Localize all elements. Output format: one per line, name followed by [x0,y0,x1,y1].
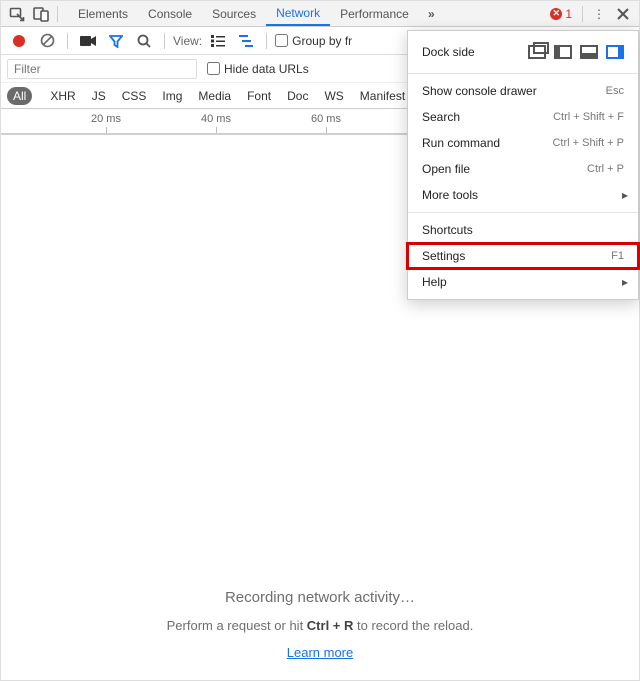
empty-subtitle: Perform a request or hit Ctrl + R to rec… [167,618,474,633]
view-waterfall-icon[interactable] [234,29,258,53]
menu-settings[interactable]: SettingsF1 [408,243,638,269]
type-all[interactable]: All [7,87,32,105]
separator [57,6,58,22]
chevron-right-icon: ▸ [622,275,628,289]
tab-network[interactable]: Network [266,1,330,26]
separator [164,33,165,49]
type-font[interactable]: Font [241,87,277,105]
type-media[interactable]: Media [192,87,237,105]
learn-more-link[interactable]: Learn more [287,645,353,660]
timeline-tick: 20 ms [91,113,121,125]
error-icon: ✕ [550,8,562,20]
filter-input[interactable] [7,59,197,79]
menu-open-file[interactable]: Open fileCtrl + P [408,156,638,182]
camera-icon[interactable] [76,29,100,53]
type-doc[interactable]: Doc [281,87,314,105]
empty-title: Recording network activity… [225,589,415,606]
type-img[interactable]: Img [156,87,188,105]
type-ws[interactable]: WS [318,87,349,105]
device-toggle-icon[interactable] [29,2,53,26]
group-by-frame-checkbox[interactable]: Group by fr [275,34,352,48]
more-tabs-icon[interactable]: » [419,2,443,26]
inspect-icon[interactable] [5,2,29,26]
separator [266,33,267,49]
kebab-menu-icon[interactable]: ⋮ [587,2,611,26]
filter-toggle-icon[interactable] [104,29,128,53]
dock-left-icon[interactable] [554,45,572,59]
separator [67,33,68,49]
dock-bottom-icon[interactable] [580,45,598,59]
dock-right-icon[interactable] [606,45,624,59]
main-menu: Dock side Show console drawerEsc SearchC… [407,30,639,300]
view-list-icon[interactable] [206,29,230,53]
chevron-right-icon: ▸ [622,188,628,202]
panel-tabs: Elements Console Sources Network Perform… [68,1,419,26]
hide-data-urls-checkbox[interactable]: Hide data URLs [207,62,309,76]
tab-performance[interactable]: Performance [330,1,419,26]
type-xhr[interactable]: XHR [44,87,81,105]
menu-show-console-drawer[interactable]: Show console drawerEsc [408,78,638,104]
tab-elements[interactable]: Elements [68,1,138,26]
type-css[interactable]: CSS [116,87,153,105]
error-count: 1 [565,7,572,21]
empty-state: Recording network activity… Perform a re… [1,421,639,660]
separator [582,6,583,22]
dock-side-label: Dock side [422,45,528,59]
menu-run-command[interactable]: Run commandCtrl + Shift + P [408,130,638,156]
dock-undock-icon[interactable] [528,45,546,59]
search-icon[interactable] [132,29,156,53]
tab-sources[interactable]: Sources [202,1,266,26]
menu-help[interactable]: Help▸ [408,269,638,295]
clear-button[interactable] [35,29,59,53]
menu-search[interactable]: SearchCtrl + Shift + F [408,104,638,130]
type-manifest[interactable]: Manifest [354,87,411,105]
hide-data-urls-label: Hide data URLs [224,62,309,76]
tab-console[interactable]: Console [138,1,202,26]
record-button[interactable] [7,29,31,53]
type-js[interactable]: JS [86,87,112,105]
menu-more-tools[interactable]: More tools▸ [408,182,638,208]
timeline-tick: 40 ms [201,113,231,125]
group-by-frame-label: Group by fr [292,34,352,48]
view-label: View: [173,34,202,48]
timeline-tick: 60 ms [311,113,341,125]
menu-shortcuts[interactable]: Shortcuts [408,217,638,243]
close-icon[interactable] [611,2,635,26]
error-badge[interactable]: ✕ 1 [550,7,572,21]
